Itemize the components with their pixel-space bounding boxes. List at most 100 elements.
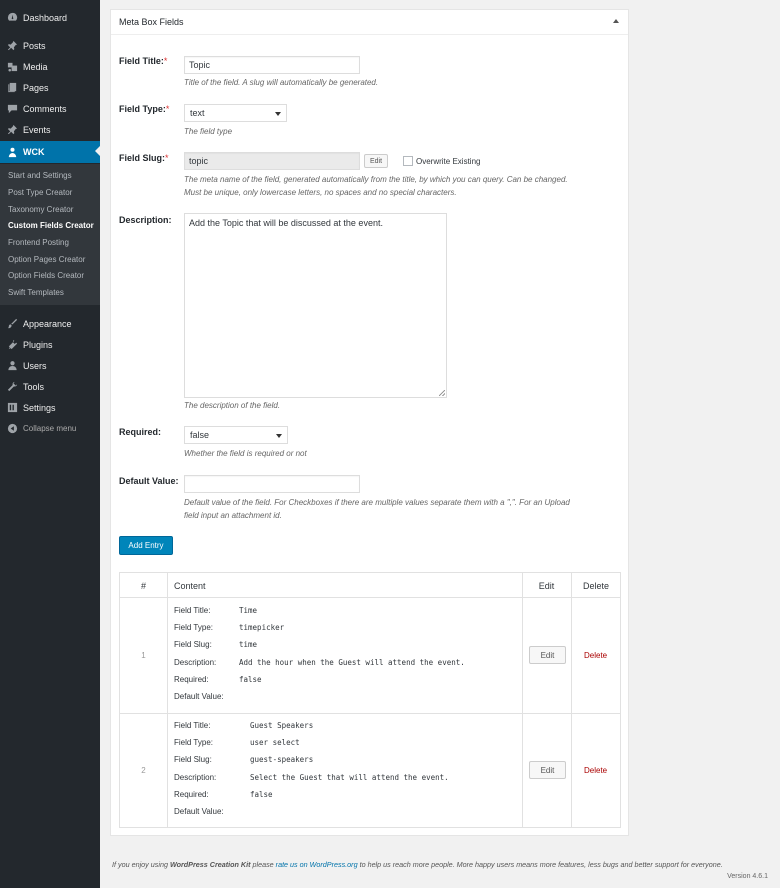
default-value-input[interactable] [184,475,360,493]
label-text: Field Slug: [119,153,165,163]
entry-value: timepicker [239,623,285,632]
menu-label: Posts [23,40,46,51]
menu-item-settings[interactable]: Settings [0,397,100,418]
submenu-item-taxonomy-creator[interactable]: Taxonomy Creator [8,205,73,214]
delete-entry-link[interactable]: Delete [584,766,607,775]
select-value: false [190,430,210,440]
column-divider [522,573,523,827]
submenu-item-option-pages-creator[interactable]: Option Pages Creator [8,255,85,264]
submenu-item-frontend-posting[interactable]: Frontend Posting [8,238,69,247]
row-number: 2 [141,766,146,775]
collapse-panel-icon[interactable] [613,19,619,23]
submenu-item-custom-fields-creator[interactable]: Custom Fields Creator [8,221,94,230]
description-textarea[interactable]: Add the Topic that will be discussed at … [184,213,447,398]
entry-label: Field Type: [174,738,213,747]
entry-value: time [239,640,258,649]
collapse-menu-button[interactable]: Collapse menu [0,418,100,439]
entry-label: Field Type: [174,623,213,632]
menu-item-wck[interactable]: WCK [0,141,100,163]
row-divider [120,597,620,598]
menu-item-tools[interactable]: Tools [0,376,100,397]
menu-item-plugins[interactable]: Plugins [0,334,100,355]
entry-label: Field Title: [174,606,211,615]
field-slug-label: Field Slug:* [119,153,169,163]
required-asterisk: * [163,56,168,66]
submenu-item-post-type-creator[interactable]: Post Type Creator [8,188,72,197]
footer-text: please [250,860,276,869]
menu-item-appearance[interactable]: Appearance [0,313,100,334]
add-entry-button[interactable]: Add Entry [119,536,173,555]
menu-item-comments[interactable]: Comments [0,98,100,119]
menu-item-media[interactable]: Media [0,56,100,77]
field-type-label: Field Type:* [119,104,169,114]
rate-us-link[interactable]: rate us on WordPress.org [276,860,358,869]
chevron-down-icon [275,112,281,116]
settings-icon [6,402,18,414]
entry-label: Description: [174,773,217,782]
edit-entry-button[interactable]: Edit [529,761,566,779]
users-icon [6,360,18,372]
footer-text: to help us reach more people. More happy… [357,860,723,869]
menu-label: Users [23,360,47,371]
resize-handle-icon[interactable] [439,390,445,396]
footer-text: If you enjoy using [112,860,170,869]
field-title-input[interactable]: Topic [184,56,360,74]
description-line: Must be unique, only lowercase letters, … [184,187,457,197]
menu-item-dashboard[interactable]: Dashboard [0,7,100,28]
field-title-label: Field Title:* [119,56,167,66]
submenu-item-swift-templates[interactable]: Swift Templates [8,288,64,297]
entry-label: Default Value: [174,807,224,816]
field-title-description: Title of the field. A slug will automati… [184,78,379,87]
submenu-item-start-settings[interactable]: Start and Settings [8,171,72,180]
edit-entry-button[interactable]: Edit [529,646,566,664]
menu-label: Media [23,61,48,72]
submenu-item-option-fields-creator[interactable]: Option Fields Creator [8,271,84,280]
field-type-select[interactable]: text [184,104,287,122]
pages-icon [6,82,18,94]
menu-item-posts[interactable]: Posts [0,35,100,56]
required-label: Required: [119,427,161,437]
required-asterisk: * [165,104,170,114]
entry-label: Field Title: [174,721,211,730]
entry-label: Field Slug: [174,755,212,764]
comments-icon [6,103,18,115]
menu-label: Dashboard [23,12,68,23]
column-divider [167,573,168,827]
menu-item-pages[interactable]: Pages [0,77,100,98]
dashboard-icon [6,12,18,24]
footer-brand: WordPress Creation Kit [169,860,251,869]
menu-item-users[interactable]: Users [0,355,100,376]
entry-label: Description: [174,658,217,667]
required-select[interactable]: false [184,426,288,444]
header-number: # [140,581,146,591]
row-number: 1 [141,651,146,660]
overwrite-existing-checkbox[interactable] [403,156,413,166]
collapse-icon [6,423,18,435]
wck-submenu: Start and Settings Post Type Creator Tax… [0,164,100,305]
entry-value: Add the hour when the Guest will attend … [239,658,465,667]
meta-box-fields-panel: Meta Box Fields Field Title:* Topic Titl… [110,9,629,836]
entry-label: Required: [174,675,209,684]
field-slug-description: The meta name of the field, generated au… [184,174,568,199]
field-slug-input[interactable]: topic [184,152,360,170]
entry-label: Default Value: [174,692,224,701]
delete-entry-link[interactable]: Delete [584,651,607,660]
media-icon [6,61,18,73]
field-type-description: The field type [184,127,233,136]
column-divider [571,573,572,827]
required-description: Whether the field is required or not [184,449,307,458]
slug-edit-button[interactable]: Edit [364,154,388,168]
menu-label: Events [23,124,51,135]
panel-header: Meta Box Fields [111,10,628,35]
entry-value: false [239,675,262,684]
header-delete: Delete [582,581,609,591]
menu-item-events[interactable]: Events [0,119,100,140]
entry-value: Guest Speakers [250,721,314,730]
description-label: Description: [119,215,172,225]
admin-sidebar: Dashboard Posts Media Pages Comments Eve… [0,0,100,888]
appearance-icon [6,318,18,330]
label-text: Field Type: [119,104,166,114]
menu-label: Appearance [23,318,72,329]
entries-table: # Content Edit Delete 1 Field Title: Fie… [119,572,621,828]
version-label: Version 4.6.1 [727,873,768,880]
